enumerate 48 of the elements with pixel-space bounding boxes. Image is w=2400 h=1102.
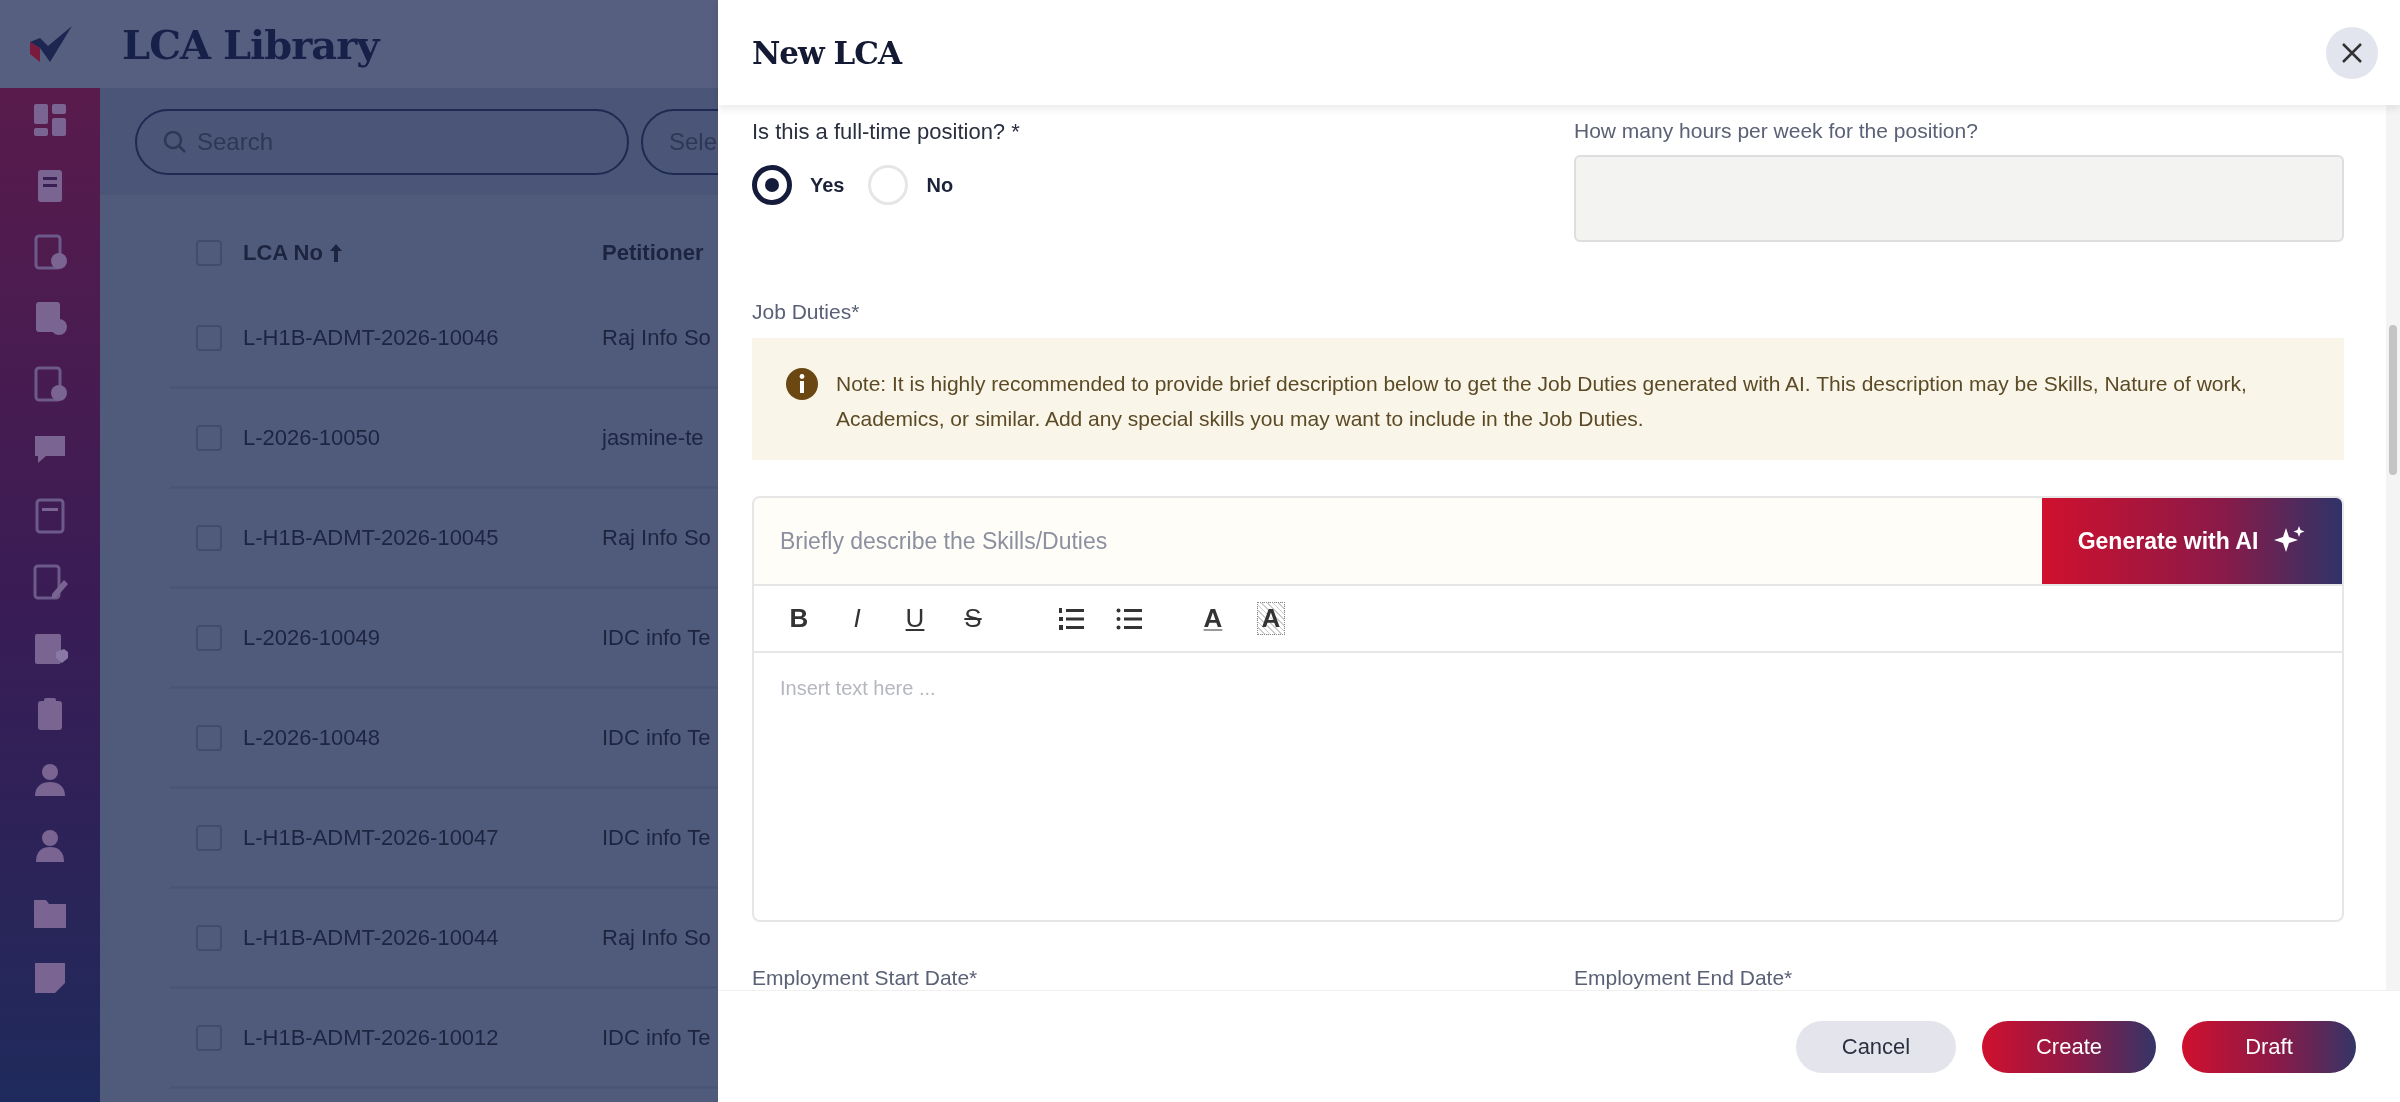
- logo-icon: [28, 24, 74, 64]
- bullet-list-icon: [1116, 606, 1142, 631]
- table-cell: IDC info Te: [602, 624, 711, 650]
- table-cell: IDC info Te: [602, 824, 711, 850]
- table-cell: Raj Info So: [602, 324, 711, 350]
- input-field[interactable]: [1574, 155, 2344, 242]
- note-icon[interactable]: [32, 960, 68, 996]
- field-label: Employment Start Date*: [752, 966, 979, 990]
- format-button[interactable]: B: [780, 603, 818, 634]
- field-label: How many hours per week for the position?: [1574, 119, 1979, 143]
- table-cell: Raj Info So: [602, 524, 711, 550]
- table-cell: L-H1B-ADMT-2026-10047: [243, 824, 499, 851]
- format-button[interactable]: A: [1194, 603, 1232, 634]
- field-label: Job Duties*: [752, 300, 861, 324]
- info-icon: [786, 368, 818, 400]
- close-icon: [2341, 41, 2363, 64]
- table-cell: IDC info Te: [602, 724, 711, 750]
- table-cell: L-H1B-ADMT-2026-10044: [243, 924, 499, 951]
- table-cell: IDC info Te: [602, 1024, 711, 1050]
- generate-button[interactable]: Generate with AI: [2042, 498, 2342, 584]
- table-cell: L-2026-10049: [243, 624, 380, 651]
- field-label: Is this a full-time position? *: [752, 119, 1021, 145]
- dashboard-icon[interactable]: [32, 102, 68, 138]
- page-title: LCA Library: [122, 20, 379, 68]
- table-cell: L-2026-10048: [243, 724, 380, 751]
- format-button[interactable]: I: [838, 603, 876, 634]
- drawer-title: New LCA: [752, 34, 902, 71]
- table-cell: jasmine-te: [602, 424, 704, 450]
- edit-document-icon[interactable]: [32, 564, 68, 600]
- table-cell: Raj Info So: [602, 924, 711, 950]
- search-icon: [163, 129, 187, 154]
- field-label: Employment End Date*: [1574, 966, 1794, 990]
- action-button[interactable]: Create: [1982, 1020, 2156, 1073]
- format-button[interactable]: S: [954, 603, 992, 634]
- close-button[interactable]: [2326, 26, 2378, 79]
- radio-option[interactable]: Yes: [752, 165, 845, 205]
- table-cell: L-H1B-ADMT-2026-10012: [243, 1024, 499, 1051]
- note-text: Note: It is highly recommended to provide brief description below to get the Job Duties generated with AI. This description may be Skills, Nature of work, Academics, or similar. Add any special skills you may want to include in the Job Duties.: [836, 371, 2248, 432]
- numbered-list-icon: [1058, 606, 1084, 631]
- radio-option[interactable]: No: [868, 165, 954, 205]
- action-button[interactable]: Cancel: [1796, 1020, 1956, 1073]
- action-button[interactable]: Draft: [2182, 1020, 2356, 1073]
- scrollbar[interactable]: [2386, 105, 2400, 990]
- user-icon[interactable]: [32, 762, 68, 798]
- table-cell: L-2026-10050: [243, 424, 380, 451]
- table-cell: L-H1B-ADMT-2026-10045: [243, 524, 499, 551]
- format-button[interactable]: U: [896, 603, 934, 634]
- table-cell: L-H1B-ADMT-2026-10046: [243, 324, 499, 351]
